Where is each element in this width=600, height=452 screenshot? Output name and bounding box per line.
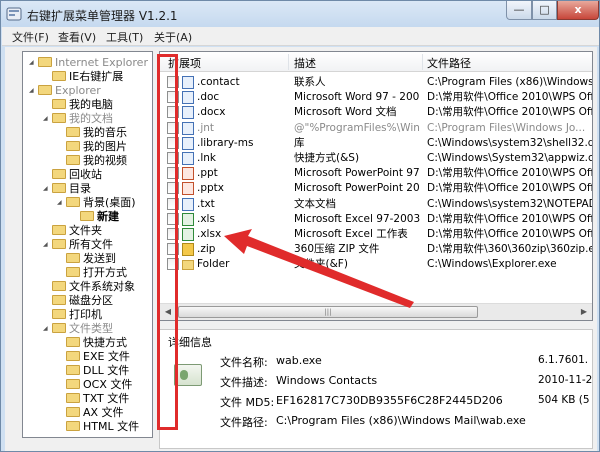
annotation-arrow-icon (224, 229, 414, 308)
